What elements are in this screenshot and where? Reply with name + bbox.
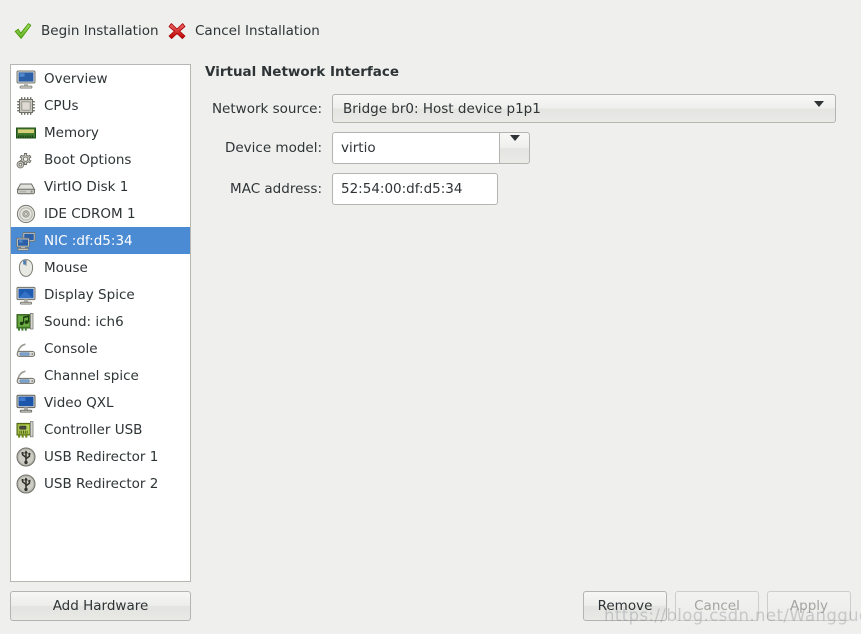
sidebar-item-nic-df-d5-34[interactable]: NIC :df:d5:34	[11, 227, 190, 254]
sidebar-item-virtio-disk-1[interactable]: VirtIO Disk 1	[11, 173, 190, 200]
sidebar-item-display-spice[interactable]: Display Spice	[11, 281, 190, 308]
sidebar-item-label: Memory	[44, 124, 99, 141]
network-icon	[15, 230, 37, 252]
usb-icon	[15, 446, 37, 468]
sidebar-item-console[interactable]: Console	[11, 335, 190, 362]
chevron-down-icon	[814, 101, 824, 122]
console-icon	[15, 338, 37, 360]
sidebar-item-label: Mouse	[44, 259, 88, 276]
sidebar-item-mouse[interactable]: Mouse	[11, 254, 190, 281]
toolbar: Begin Installation Cancel Installation	[0, 0, 861, 50]
sidebar-item-label: Controller USB	[44, 421, 143, 438]
mac-address-label: MAC address:	[230, 181, 322, 197]
apply-button[interactable]: Apply	[767, 591, 851, 621]
device-model-row: Device model: virtio	[205, 132, 851, 164]
sidebar-item-label: Console	[44, 340, 98, 357]
sidebar-item-usb-redirector-2[interactable]: USB Redirector 2	[11, 470, 190, 497]
sidebar-item-label: Video QXL	[44, 394, 114, 411]
mac-address-row: MAC address: 52:54:00:df:d5:34	[205, 173, 851, 205]
sidebar-item-controller-usb[interactable]: Controller USB	[11, 416, 190, 443]
cpu-chip-icon	[15, 95, 37, 117]
cancel-label: Cancel	[694, 598, 740, 614]
sidebar-item-video-qxl[interactable]: Video QXL	[11, 389, 190, 416]
sidebar-item-sound-ich6[interactable]: Sound: ich6	[11, 308, 190, 335]
device-model-value: virtio	[341, 140, 376, 156]
chevron-down-icon	[509, 134, 520, 156]
video-monitor-icon	[15, 392, 37, 414]
display-icon	[15, 284, 37, 306]
monitor-icon	[15, 68, 37, 90]
gears-icon	[15, 149, 37, 171]
sidebar-item-label: Overview	[44, 70, 108, 87]
network-source-row: Network source: Bridge br0: Host device …	[205, 94, 851, 123]
device-model-input[interactable]: virtio	[332, 132, 499, 164]
device-model-combo[interactable]: virtio	[332, 132, 530, 164]
sidebar-item-overview[interactable]: Overview	[11, 65, 190, 92]
add-hardware-label: Add Hardware	[52, 598, 149, 614]
red-x-icon	[167, 21, 187, 41]
sidebar-item-memory[interactable]: Memory	[11, 119, 190, 146]
memory-stick-icon	[15, 122, 37, 144]
device-model-label: Device model:	[224, 140, 322, 156]
sidebar-item-cpus[interactable]: CPUs	[11, 92, 190, 119]
cdrom-icon	[15, 203, 37, 225]
sidebar-item-label: USB Redirector 2	[44, 475, 159, 492]
sidebar-item-label: Display Spice	[44, 286, 135, 303]
add-hardware-button[interactable]: Add Hardware	[10, 591, 191, 621]
panel-title: Virtual Network Interface	[205, 64, 400, 80]
sidebar-item-label: USB Redirector 1	[44, 448, 159, 465]
mac-address-input[interactable]: 52:54:00:df:d5:34	[332, 173, 498, 205]
remove-button[interactable]: Remove	[583, 591, 667, 621]
network-source-select[interactable]: Bridge br0: Host device p1p1	[332, 94, 836, 123]
sidebar-item-label: Boot Options	[44, 151, 132, 168]
device-model-dropdown-button[interactable]	[499, 132, 530, 164]
vm-details-window: Begin Installation Cancel Installation O…	[0, 0, 861, 634]
sidebar-item-label: Sound: ich6	[44, 313, 124, 330]
sidebar-item-channel-spice[interactable]: Channel spice	[11, 362, 190, 389]
network-source-value: Bridge br0: Host device p1p1	[343, 100, 541, 117]
sidebar-item-label: NIC :df:d5:34	[44, 232, 133, 249]
remove-label: Remove	[597, 598, 653, 614]
usb-icon	[15, 473, 37, 495]
sidebar-item-label: VirtIO Disk 1	[44, 178, 129, 195]
sidebar-item-usb-redirector-1[interactable]: USB Redirector 1	[11, 443, 190, 470]
cancel-button[interactable]: Cancel	[675, 591, 759, 621]
console-icon	[15, 365, 37, 387]
dialog-actions: Remove Cancel Apply	[583, 591, 851, 621]
sound-card-icon	[15, 311, 37, 333]
sidebar-item-boot-options[interactable]: Boot Options	[11, 146, 190, 173]
cancel-installation-label: Cancel Installation	[195, 23, 320, 39]
begin-installation-button[interactable]: Begin Installation	[13, 20, 159, 42]
apply-label: Apply	[789, 598, 829, 614]
network-source-label: Network source:	[211, 100, 322, 117]
green-check-icon	[13, 21, 33, 41]
begin-installation-label: Begin Installation	[41, 23, 159, 39]
network-interface-panel: Virtual Network Interface Network source…	[205, 64, 851, 214]
mouse-icon	[15, 257, 37, 279]
hardware-list[interactable]: Overview CPUs Memory Boot Options VirtIO Dis…	[10, 64, 191, 582]
hard-disk-icon	[15, 176, 37, 198]
sidebar-item-label: Channel spice	[44, 367, 139, 384]
mac-address-value: 52:54:00:df:d5:34	[341, 181, 463, 197]
sidebar-item-label: IDE CDROM 1	[44, 205, 136, 222]
sidebar-item-label: CPUs	[44, 97, 79, 114]
sidebar-item-ide-cdrom-1[interactable]: IDE CDROM 1	[11, 200, 190, 227]
controller-card-icon	[15, 419, 37, 441]
cancel-installation-button[interactable]: Cancel Installation	[167, 20, 320, 42]
